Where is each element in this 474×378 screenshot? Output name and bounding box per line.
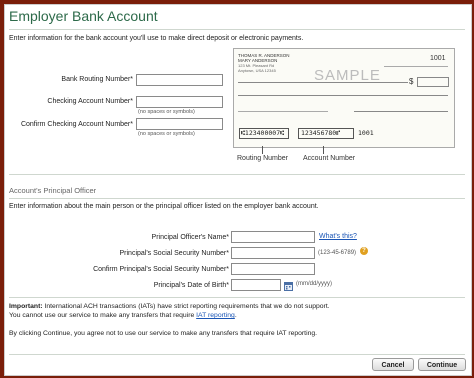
notice-line2-prefix: You cannot use our service to make any t…	[9, 312, 197, 319]
check-date-line	[384, 66, 448, 67]
micr-account: 123456780⑈	[301, 129, 341, 137]
dob-hint: (mm/dd/yyyy)	[296, 281, 332, 287]
window-frame: Employer Bank Account Enter information …	[0, 0, 474, 378]
dob-input[interactable]	[231, 279, 281, 291]
routing-caption: Routing Number	[237, 155, 288, 162]
bank-intro-text: Enter information for the bank account y…	[9, 35, 304, 42]
ssn-hint: (123-45-6789)	[318, 250, 357, 256]
check-address-line2: Anytown, USA 12345	[238, 68, 276, 73]
footer-divider	[9, 354, 465, 355]
ssn-input[interactable]	[231, 247, 315, 259]
check-dollar-sign: $	[409, 77, 414, 86]
micr-check-number: 1001	[358, 129, 374, 137]
cancel-button[interactable]: Cancel	[372, 358, 414, 371]
officer-name-label: Principal Officer's Name*	[151, 234, 229, 241]
check-amount-words-line	[238, 95, 448, 96]
checking-label: Checking Account Number*	[47, 98, 133, 105]
calendar-icon[interactable]	[284, 278, 293, 291]
check-signature-line	[354, 111, 448, 112]
dob-label: Principal's Date of Birth*	[153, 282, 229, 289]
notice-line2-suffix: .	[234, 312, 237, 319]
page-title: Employer Bank Account	[9, 8, 158, 24]
continue-button[interactable]: Continue	[418, 358, 466, 371]
ssn-label: Principal's Social Security Number*	[119, 250, 230, 257]
officer-section-heading: Account's Principal Officer	[9, 186, 97, 195]
account-pointer	[323, 146, 324, 154]
routing-pointer	[262, 146, 263, 154]
confirm-checking-label: Confirm Checking Account Number*	[20, 121, 133, 128]
confirm-checking-hint: (no spaces or symbols)	[138, 131, 195, 137]
whats-this-link[interactable]: What's this?	[319, 233, 357, 240]
question-circle-icon[interactable]: ?	[360, 247, 368, 255]
check-amount-box	[417, 77, 449, 87]
important-notice-line2: You cannot use our service to make any t…	[9, 311, 237, 320]
checking-hint: (no spaces or symbols)	[138, 109, 195, 115]
checking-account-input[interactable]	[136, 96, 223, 108]
routing-number-input[interactable]	[136, 74, 223, 86]
officer-heading-divider	[9, 198, 465, 199]
confirm-ssn-label: Confirm Principal's Social Security Numb…	[93, 266, 229, 273]
officer-name-input[interactable]	[231, 231, 315, 243]
routing-label: Bank Routing Number*	[61, 76, 133, 83]
confirm-checking-input[interactable]	[136, 118, 223, 130]
officer-intro-text: Enter information about the main person …	[9, 203, 319, 210]
title-divider	[9, 29, 465, 30]
page-panel: Employer Bank Account Enter information …	[4, 4, 472, 376]
confirm-ssn-input[interactable]	[231, 263, 315, 275]
account-caption: Account Number	[303, 155, 356, 162]
notice-divider	[9, 297, 465, 298]
sample-check-image: THOMAS R. ANDERSON MARY ANDERSON 123 Mt.…	[233, 48, 455, 148]
check-memo-line	[238, 111, 328, 112]
important-label: Important:	[9, 303, 43, 310]
micr-routing: ⑆123400007⑆	[241, 129, 285, 137]
important-notice-line1: Important: International ACH transaction…	[9, 302, 330, 311]
section-divider	[9, 174, 465, 175]
check-number: 1001	[430, 55, 446, 62]
agreement-text: By clicking Continue, you agree not to u…	[9, 330, 318, 337]
check-payee-line	[238, 82, 408, 83]
iat-reporting-link[interactable]: IAT reporting	[196, 312, 235, 319]
important-text: International ACH transactions (IATs) ha…	[42, 303, 330, 310]
